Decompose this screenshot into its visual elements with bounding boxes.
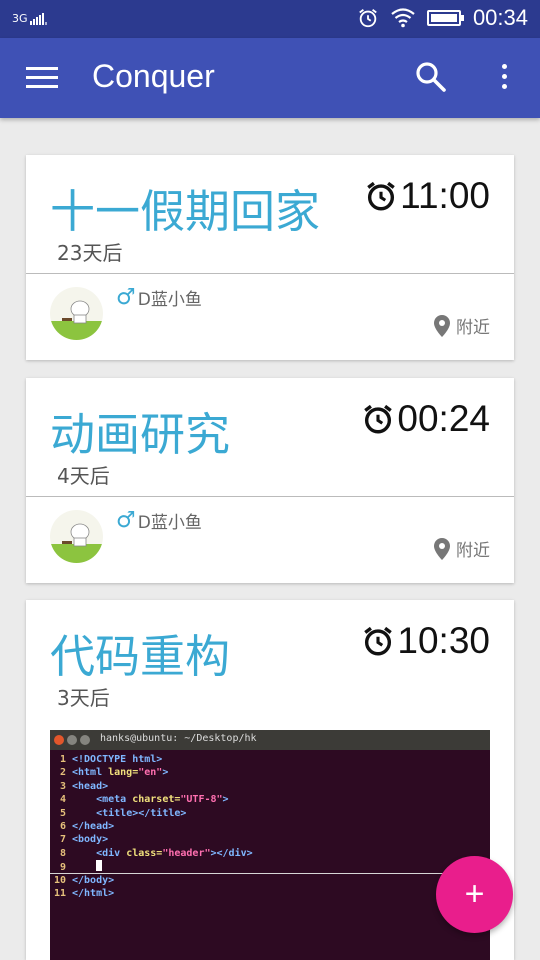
status-time: 00:34 <box>472 5 528 30</box>
event-time-value: 10:30 <box>397 620 490 661</box>
minimize-icon <box>67 735 77 745</box>
code-lines: 1 <!DOCTYPE html> 2 <html lang="en"> 3 <hea… <box>50 750 490 900</box>
event-time: 10:30 <box>361 620 490 662</box>
card-divider <box>26 273 514 274</box>
wifi-icon <box>391 8 415 28</box>
signal-icon <box>29 11 47 25</box>
more-vert-icon[interactable] <box>494 64 514 94</box>
user-info: ♂ D蓝小鱼 <box>116 508 202 533</box>
location-label: 附近 <box>456 541 490 561</box>
battery-icon <box>426 10 464 26</box>
location: 附近 <box>434 536 490 561</box>
event-card[interactable]: 动画研究 00:24 4天后 ♂ D蓝小鱼 附近 <box>26 378 514 583</box>
app-title: Conquer <box>92 58 215 94</box>
close-icon <box>54 735 64 745</box>
user-name: D蓝小鱼 <box>137 513 202 533</box>
app-bar: Conquer <box>0 38 540 118</box>
event-card[interactable]: 十一假期回家 11:00 23天后 ♂ D蓝小鱼 附近 <box>26 155 514 360</box>
card-divider <box>26 496 514 497</box>
male-icon: ♂ <box>116 508 136 533</box>
event-days-remaining: 23天后 <box>57 241 123 265</box>
network-indicator: 3G <box>12 11 47 25</box>
event-time: 11:00 <box>364 175 490 217</box>
menu-icon[interactable] <box>26 67 58 89</box>
terminal-title: hanks@ubuntu: ~/Desktop/hk <box>100 733 257 744</box>
attached-image[interactable]: hanks@ubuntu: ~/Desktop/hk 1 <!DOCTYPE ht… <box>50 730 490 960</box>
network-type: 3G <box>12 12 28 25</box>
terminal-titlebar: hanks@ubuntu: ~/Desktop/hk <box>50 730 490 750</box>
alarm-clock-icon <box>364 404 393 434</box>
location: 附近 <box>434 313 490 338</box>
avatar[interactable] <box>50 510 103 563</box>
add-button[interactable]: + <box>436 856 513 933</box>
event-days-remaining: 3天后 <box>57 686 110 710</box>
alarm-clock-icon <box>367 181 395 211</box>
location-pin-icon <box>434 537 450 560</box>
location-label: 附近 <box>456 318 490 338</box>
event-time: 00:24 <box>361 398 490 440</box>
event-title: 十一假期回家 <box>50 185 321 238</box>
alarm-clock-icon <box>364 626 393 656</box>
alarm-status-icon <box>359 9 377 28</box>
event-days-remaining: 4天后 <box>57 464 110 488</box>
avatar[interactable] <box>50 287 103 340</box>
user-info: ♂ D蓝小鱼 <box>116 285 202 310</box>
male-icon: ♂ <box>116 285 136 310</box>
location-pin-icon <box>434 314 450 337</box>
status-bar: 3G 00:34 <box>0 0 540 38</box>
event-time-value: 11:00 <box>400 175 490 216</box>
event-title: 代码重构 <box>50 630 231 683</box>
search-icon[interactable] <box>414 60 448 94</box>
maximize-icon <box>80 735 90 745</box>
user-name: D蓝小鱼 <box>137 290 202 310</box>
event-time-value: 00:24 <box>397 398 490 439</box>
event-title: 动画研究 <box>50 408 231 461</box>
